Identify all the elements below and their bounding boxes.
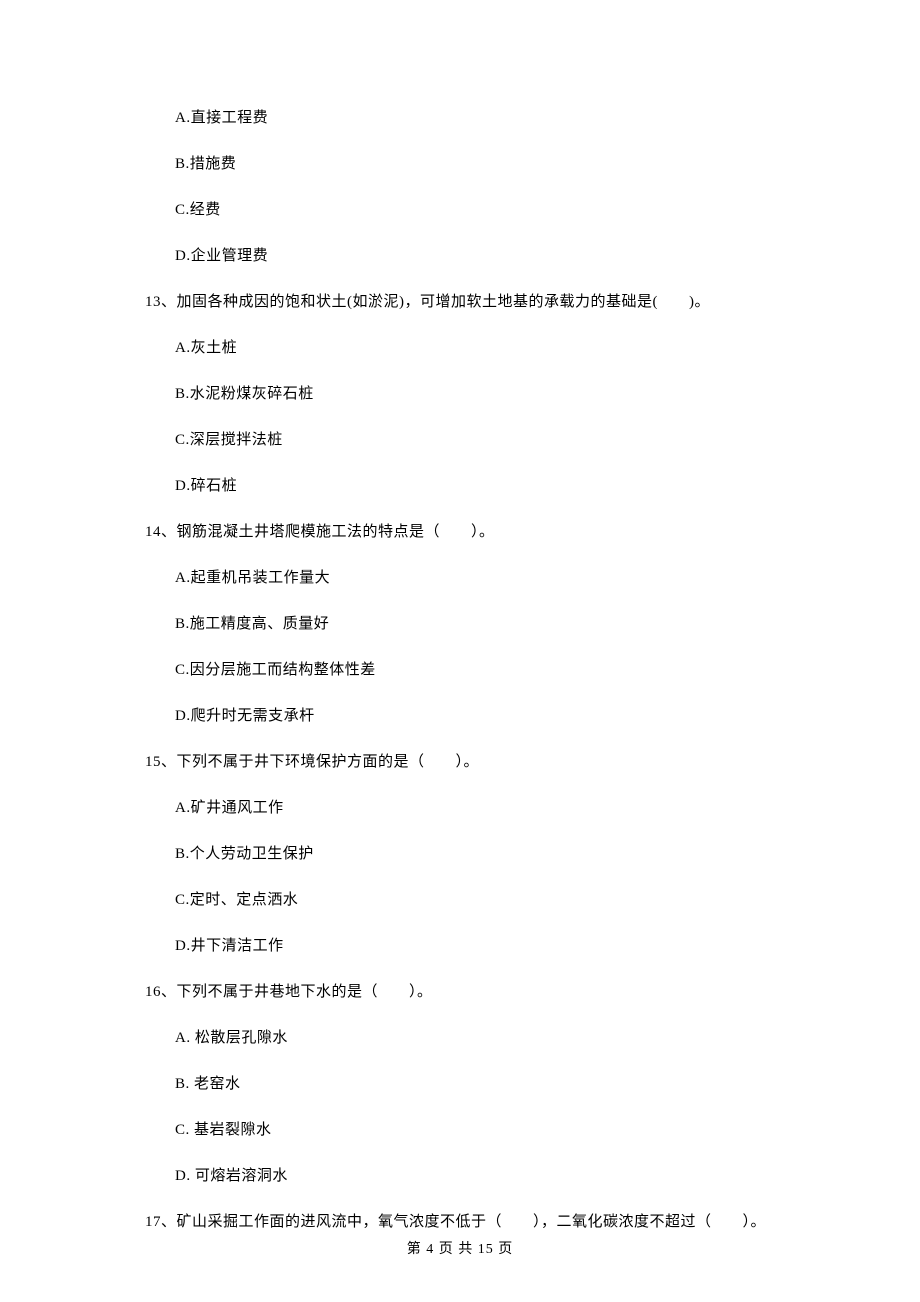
q14-option-a: A.起重机吊装工作量大 — [175, 568, 766, 589]
q13-option-a: A.灰土桩 — [175, 338, 766, 359]
q16-option-a: A. 松散层孔隙水 — [175, 1028, 766, 1049]
q12-option-c: C.经费 — [175, 200, 766, 221]
q12-option-b: B.措施费 — [175, 154, 766, 175]
page-footer: 第 4 页 共 15 页 — [0, 1240, 920, 1260]
q13-option-c: C.深层搅拌法桩 — [175, 430, 766, 451]
q16-option-c: C. 基岩裂隙水 — [175, 1120, 766, 1141]
q13-option-d: D.碎石桩 — [175, 476, 766, 497]
content-area: A.直接工程费 B.措施费 C.经费 D.企业管理费 13、加固各种成因的饱和状… — [145, 108, 766, 1258]
q14-option-b: B.施工精度高、质量好 — [175, 614, 766, 635]
q16-option-d: D. 可熔岩溶洞水 — [175, 1166, 766, 1187]
page: A.直接工程费 B.措施费 C.经费 D.企业管理费 13、加固各种成因的饱和状… — [0, 0, 920, 1302]
q15-option-c: C.定时、定点洒水 — [175, 890, 766, 911]
q16-text: 16、下列不属于井巷地下水的是（ ）。 — [145, 982, 766, 1003]
q15-text: 15、下列不属于井下环境保护方面的是（ ）。 — [145, 752, 766, 773]
q13-option-b: B.水泥粉煤灰碎石桩 — [175, 384, 766, 405]
q16-option-b: B. 老窑水 — [175, 1074, 766, 1095]
q14-option-d: D.爬升时无需支承杆 — [175, 706, 766, 727]
q15-option-b: B.个人劳动卫生保护 — [175, 844, 766, 865]
q13-text: 13、加固各种成因的饱和状土(如淤泥)，可增加软土地基的承载力的基础是( )。 — [145, 292, 766, 313]
q14-option-c: C.因分层施工而结构整体性差 — [175, 660, 766, 681]
q15-option-d: D.井下清洁工作 — [175, 936, 766, 957]
q15-option-a: A.矿井通风工作 — [175, 798, 766, 819]
q14-text: 14、钢筋混凝土井塔爬模施工法的特点是（ ）。 — [145, 522, 766, 543]
q12-option-d: D.企业管理费 — [175, 246, 766, 267]
q12-option-a: A.直接工程费 — [175, 108, 766, 129]
q17-text: 17、矿山采掘工作面的进风流中，氧气浓度不低于（ ），二氧化碳浓度不超过（ ）。 — [145, 1212, 766, 1233]
